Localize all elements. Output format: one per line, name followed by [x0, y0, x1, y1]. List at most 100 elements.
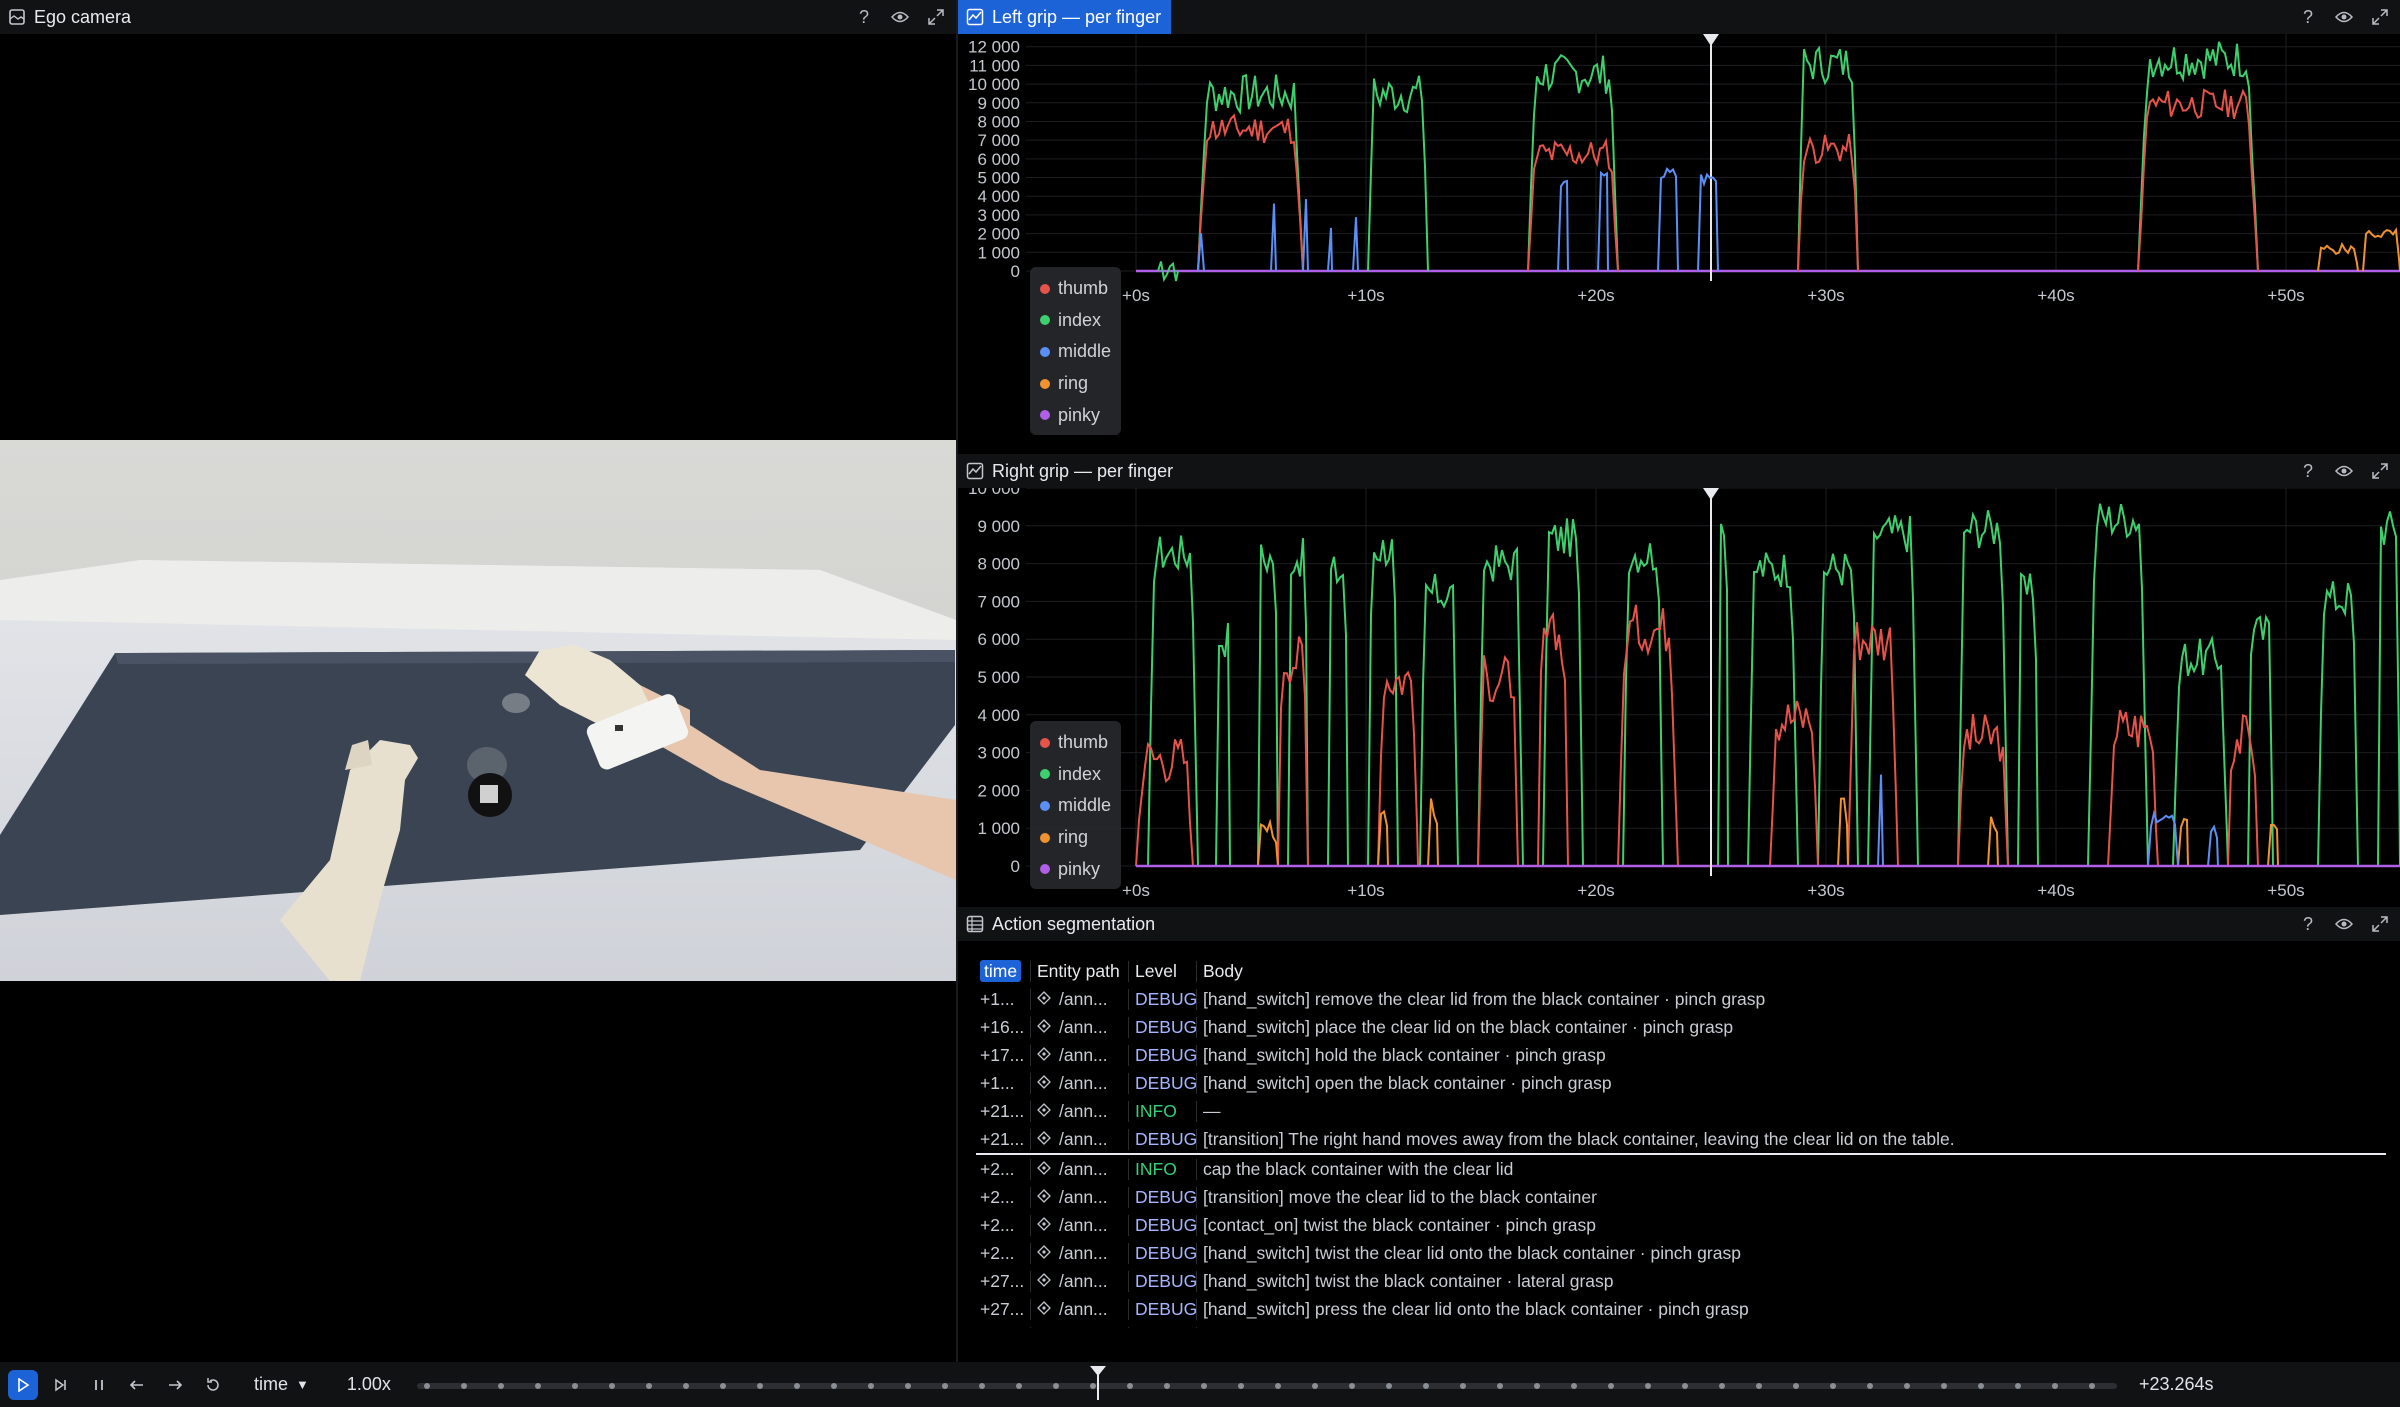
legend-item-thumb[interactable]: thumb [1040, 727, 1111, 759]
x-tick-label: +30s [1807, 881, 1844, 900]
table-row[interactable]: +27... /ann... DEBUG [hand_switch] press th… [976, 1295, 2386, 1323]
entity-column-header[interactable]: Entity path [1030, 960, 1128, 982]
row-entity[interactable]: /ann... [1030, 1242, 1128, 1264]
table-row[interactable]: +2... /ann... DEBUG [hand_switch] twist the… [976, 1239, 2386, 1267]
left-grip-chart[interactable]: 13 00012 00011 00010 0009 0008 0007 0006… [958, 19, 2400, 454]
table-row[interactable]: +2... /ann... INFO cap the black container … [976, 1155, 2386, 1183]
right-grip-plot[interactable]: 10 000 9 000 8 000 7 000 6 000 5 000 4 000 3 00… [958, 479, 2400, 907]
legend-item-thumb[interactable]: thumb [1040, 273, 1111, 305]
expand-icon[interactable] [2370, 463, 2390, 479]
legend-item-ring[interactable]: ring [1040, 368, 1111, 400]
legend-item-index[interactable]: index [1040, 305, 1111, 337]
row-entity[interactable]: /ann... [1030, 1326, 1128, 1328]
entity-diamond-icon [1037, 1073, 1051, 1094]
table-row[interactable]: +2... /ann... DEBUG [contact_on] twist the … [976, 1211, 2386, 1239]
table-row[interactable]: +21... /ann... DEBUG [transition] The right… [976, 1125, 2386, 1153]
legend-item-index[interactable]: index [1040, 759, 1111, 791]
table-row[interactable]: +1... /ann... DEBUG [hand_switch] open the … [976, 1069, 2386, 1097]
entity-path: /ann... [1059, 1072, 1108, 1093]
legend-item-middle[interactable]: middle [1040, 336, 1111, 368]
time-column-header[interactable]: time [980, 959, 1022, 982]
timeline-event-dot [534, 1382, 541, 1389]
chevron-down-icon: ▼ [296, 1377, 309, 1392]
timeline-event-dot [793, 1382, 800, 1389]
entity-diamond-icon [1037, 1299, 1051, 1320]
timeline-event-dot [1311, 1382, 1318, 1389]
pause-icon [95, 1379, 103, 1390]
timeline-scrubber[interactable] [416, 1365, 2117, 1400]
expand-icon[interactable] [2370, 916, 2390, 932]
body-column-header[interactable]: Body [1196, 960, 2386, 982]
row-entity[interactable]: /ann... [1030, 1100, 1128, 1122]
help-icon[interactable]: ? [854, 7, 874, 28]
segmentation-tab[interactable]: Action segmentation [958, 907, 1165, 941]
right-grip-tab[interactable]: Right grip — per finger [958, 454, 1183, 488]
entity-path: /ann... [1059, 1016, 1108, 1037]
left-grip-plot[interactable]: 13 00012 00011 00010 0009 0008 0007 0006… [958, 19, 2400, 454]
legend-item-pinky[interactable]: pinky [1040, 853, 1111, 885]
table-row[interactable]: +1... /ann... DEBUG [hand_switch] remove th… [976, 985, 2386, 1013]
expand-icon[interactable] [926, 9, 946, 25]
timeline-playhead[interactable] [1089, 1365, 1106, 1400]
help-icon[interactable]: ? [2298, 914, 2318, 935]
step-back-button[interactable] [122, 1370, 152, 1400]
row-entity[interactable]: /ann... [1030, 1270, 1128, 1292]
row-entity[interactable]: /ann... [1030, 1186, 1128, 1208]
playback-speed[interactable]: 1.00x [347, 1374, 391, 1395]
row-entity[interactable]: /ann... [1030, 1072, 1128, 1094]
legend-item-pinky[interactable]: pinky [1040, 399, 1111, 431]
legend-label: thumb [1058, 278, 1109, 299]
table-row[interactable]: +17... /ann... DEBUG [hand_switch] hold the… [976, 1041, 2386, 1069]
timeline-event-dot [608, 1382, 615, 1389]
timeline-selector[interactable]: time ▼ [254, 1374, 309, 1395]
eye-icon[interactable] [2334, 917, 2354, 931]
pause-button[interactable] [84, 1370, 114, 1400]
expand-icon[interactable] [2370, 9, 2390, 25]
legend-swatch [1040, 800, 1050, 811]
entity-diamond-icon [1037, 1271, 1051, 1292]
timeline-event-dot [460, 1382, 467, 1389]
legend-swatch [1040, 832, 1050, 843]
step-forward-button[interactable] [46, 1370, 76, 1400]
right-grip-chart[interactable]: 10 000 9 000 8 000 7 000 6 000 5 000 4 000 3 00… [958, 479, 2400, 907]
row-entity[interactable]: /ann... [1030, 1158, 1128, 1180]
y-tick-label: 0 [1011, 857, 1020, 876]
legend-swatch [1040, 283, 1050, 294]
x-tick-label: +0s [1122, 286, 1150, 305]
legend-item-middle[interactable]: middle [1040, 790, 1111, 822]
y-tick-label: 0 [1011, 262, 1020, 281]
row-entity[interactable]: /ann... [1030, 1214, 1128, 1236]
row-entity[interactable]: /ann... [1030, 1044, 1128, 1066]
table-row[interactable]: +2... /ann... DEBUG [transition] move the c… [976, 1183, 2386, 1211]
row-entity[interactable]: /ann... [1030, 1298, 1128, 1320]
x-tick-label: +10s [1347, 286, 1384, 305]
help-icon[interactable]: ? [2298, 461, 2318, 482]
current-time-display: +23.264s [2138, 1374, 2214, 1394]
row-entity[interactable]: /ann... [1030, 1016, 1128, 1038]
help-icon[interactable]: ? [2298, 7, 2318, 28]
legend-swatch [1040, 769, 1050, 780]
y-tick-label: 2 000 [977, 781, 1020, 800]
x-tick-label: +50s [2267, 286, 2304, 305]
table-row[interactable]: +3... /ann... DEBUG[hand_switch] twist the… [976, 1323, 2386, 1328]
table-row[interactable]: +21... /ann... INFO — [976, 1097, 2386, 1125]
row-entity[interactable]: /ann... [1030, 988, 1128, 1010]
left-grip-tab[interactable]: Left grip — per finger [958, 0, 1172, 34]
loop-button[interactable] [198, 1370, 228, 1400]
y-tick-label: 8 000 [977, 555, 1020, 574]
ego-camera-tab[interactable]: Ego camera [0, 0, 141, 34]
play-button[interactable] [8, 1369, 38, 1400]
level-column-header[interactable]: Level [1128, 960, 1196, 982]
eye-icon[interactable] [2334, 10, 2354, 24]
legend-label: middle [1058, 341, 1112, 362]
row-entity[interactable]: /ann... [1030, 1128, 1128, 1150]
table-row[interactable]: +16... /ann... DEBUG [hand_switch] place th… [976, 1013, 2386, 1041]
step-next-button[interactable] [160, 1370, 190, 1400]
eye-icon[interactable] [890, 10, 910, 24]
legend-item-ring[interactable]: ring [1040, 822, 1111, 854]
eye-icon[interactable] [2334, 464, 2354, 478]
row-time: +2... [980, 1242, 1015, 1263]
table-row[interactable]: +27... /ann... DEBUG [hand_switch] twist th… [976, 1267, 2386, 1295]
timeline-event-dot [1459, 1382, 1466, 1389]
timeline-event-dot [1977, 1382, 1984, 1389]
